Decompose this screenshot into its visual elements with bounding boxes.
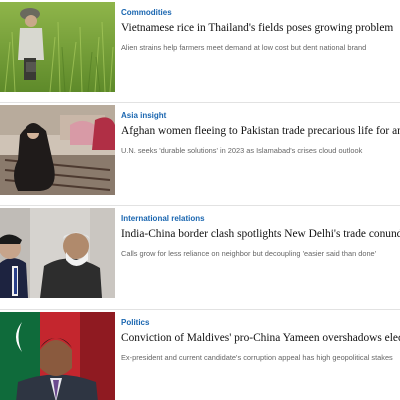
article-meta: Asia insight Afghan women fleeing to Pak… xyxy=(121,111,400,156)
article-headline[interactable]: Conviction of Maldives' pro-China Yameen… xyxy=(121,331,400,345)
article-thumbnail-rice-field[interactable] xyxy=(0,2,115,92)
article-card-afghan-women[interactable]: Asia insight Afghan women fleeing to Pak… xyxy=(0,105,400,195)
article-category[interactable]: International relations xyxy=(121,214,400,224)
article-headline[interactable]: Afghan women fleeing to Pakistan trade p… xyxy=(121,124,400,138)
maldives-politician-image xyxy=(0,312,115,400)
news-feed: Commodities Vietnamese rice in Thailand'… xyxy=(0,0,400,400)
india-china-leaders-image xyxy=(0,208,115,298)
article-meta: Politics Conviction of Maldives' pro-Chi… xyxy=(121,318,400,363)
article-meta: International relations India-China bord… xyxy=(121,214,400,259)
article-thumbnail-maldives[interactable] xyxy=(0,312,115,400)
divider xyxy=(0,309,400,310)
afghan-woman-image xyxy=(0,105,115,195)
divider xyxy=(0,102,400,103)
article-card-rice[interactable]: Commodities Vietnamese rice in Thailand'… xyxy=(0,2,400,92)
article-headline[interactable]: India-China border clash spotlights New … xyxy=(121,227,400,241)
article-thumbnail-leaders[interactable] xyxy=(0,208,115,298)
article-summary: U.N. seeks 'durable solutions' in 2023 a… xyxy=(121,146,363,155)
article-category[interactable]: Asia insight xyxy=(121,111,400,121)
article-category[interactable]: Commodities xyxy=(121,8,400,18)
rice-farmer-image xyxy=(0,2,115,92)
article-category[interactable]: Politics xyxy=(121,318,400,328)
article-thumbnail-afghan-women[interactable] xyxy=(0,105,115,195)
article-card-india-china[interactable]: International relations India-China bord… xyxy=(0,208,400,298)
divider xyxy=(0,205,400,206)
article-summary: Alien strains help farmers meet demand a… xyxy=(121,43,367,52)
article-summary: Calls grow for less reliance on neighbor… xyxy=(121,249,377,258)
article-summary: Ex-president and current candidate's cor… xyxy=(121,353,393,362)
article-card-maldives[interactable]: Politics Conviction of Maldives' pro-Chi… xyxy=(0,312,400,400)
article-meta: Commodities Vietnamese rice in Thailand'… xyxy=(121,8,400,53)
article-headline[interactable]: Vietnamese rice in Thailand's fields pos… xyxy=(121,21,400,35)
